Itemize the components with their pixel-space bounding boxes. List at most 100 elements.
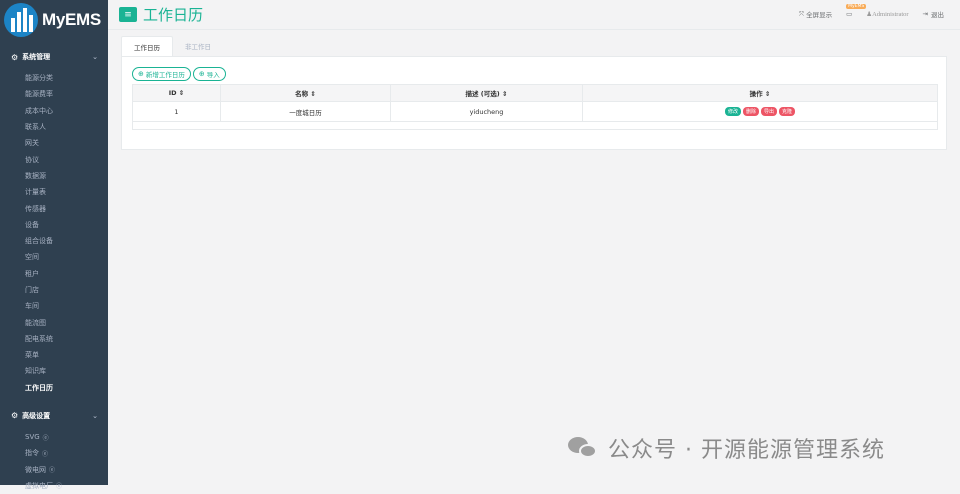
column-header-name[interactable]: 名称 ⇕ xyxy=(220,84,391,102)
sidebar-item-label: 微电网 xyxy=(25,465,46,474)
sidebar-item[interactable]: 指令 ⓔ xyxy=(0,445,108,461)
sidebar-item[interactable]: 组合设备 xyxy=(0,233,108,249)
sidebar-item-label: 传感器 xyxy=(25,204,46,213)
sidebar-item-label: 车间 xyxy=(25,302,39,311)
sidebar-item[interactable]: 协议 xyxy=(0,151,108,167)
sidebar-item[interactable]: 数据源 xyxy=(0,168,108,184)
sidebar-item-label: 组合设备 xyxy=(25,237,53,246)
notification-badge: MyEMS xyxy=(846,4,867,9)
sidebar-item[interactable]: 计量表 xyxy=(0,184,108,200)
clone-button[interactable]: 克隆 xyxy=(779,107,796,116)
user-label: Administrator xyxy=(872,10,909,18)
sidebar-item[interactable]: 成本中心 xyxy=(0,103,108,119)
sidebar-item-label: 能源费率 xyxy=(25,90,53,99)
wechat-icon xyxy=(568,435,600,461)
sidebar-item-label: 知识库 xyxy=(25,367,46,376)
user-menu[interactable]: ♟ Administrator xyxy=(866,10,909,19)
import-button[interactable]: ⊕ 导入 xyxy=(192,67,226,81)
notification-button[interactable]: MyEMS ▭ xyxy=(846,4,867,18)
fullscreen-button[interactable]: ⤧ 全屏显示 xyxy=(798,9,833,20)
tab-bar: 工作日历 非工作日 xyxy=(121,36,223,56)
sidebar-section-system[interactable]: ⚙ 系统管理 ⌄ xyxy=(0,44,108,70)
sidebar: MyEMS ⚙ 系统管理 ⌄ 能源分类能源费率成本中心联系人网关协议数据源计量表… xyxy=(0,0,108,490)
sidebar-item[interactable]: 配电系统 xyxy=(0,331,108,347)
gears-icon: ⚙ xyxy=(11,52,19,62)
column-header-actions[interactable]: 操作 ⇕ xyxy=(582,84,938,102)
sidebar-item[interactable]: 虚拟电厂 ⓔ xyxy=(0,478,108,494)
chevron-down-icon: ⌄ xyxy=(92,411,98,420)
sidebar-item-label: 菜单 xyxy=(25,351,39,360)
page-title: 工作日历 xyxy=(143,6,204,24)
menu-toggle-button[interactable]: ≡ xyxy=(119,7,137,22)
sidebar-item[interactable]: 工作日历 xyxy=(0,380,108,396)
sidebar-item[interactable]: 设备 xyxy=(0,217,108,233)
sidebar-item[interactable]: 网关 xyxy=(0,135,108,151)
sidebar-item-label: 数据源 xyxy=(25,171,46,180)
watermark: 公众号 · 开源能源管理系统 xyxy=(568,432,885,464)
sign-out-icon: ⇥ xyxy=(922,10,928,18)
fullscreen-label: 全屏显示 xyxy=(806,11,833,19)
sidebar-item-label: 能流图 xyxy=(25,318,46,327)
sidebar-item-label: 配电系统 xyxy=(25,334,53,343)
external-link-icon: ⓔ xyxy=(42,434,49,442)
sidebar-item-label: 空间 xyxy=(25,253,39,262)
chevron-down-icon: ⌄ xyxy=(92,53,98,61)
content-panel: ⊕ 新增工作日历 ⊕ 导入 ID ⇕ 名称 ⇕ 描述 (可选) ⇕ 操作 ⇕ 1… xyxy=(121,56,947,150)
sidebar-item[interactable]: 微电网 ⓔ xyxy=(0,462,108,478)
sidebar-item[interactable]: 能源分类 xyxy=(0,70,108,86)
sidebar-item-label: 协议 xyxy=(25,155,39,164)
sidebar-item[interactable]: SVG ⓔ xyxy=(0,429,108,445)
sidebar-item-label: 计量表 xyxy=(25,188,46,197)
add-calendar-button[interactable]: ⊕ 新增工作日历 xyxy=(132,67,191,81)
sidebar-item[interactable]: 门店 xyxy=(0,282,108,298)
sidebar-item-label: SVG xyxy=(25,433,40,442)
logout-label: 退出 xyxy=(931,11,944,19)
external-link-icon: ⓔ xyxy=(42,450,49,458)
external-link-icon: ⓔ xyxy=(56,483,63,491)
sidebar-section-label: 系统管理 xyxy=(22,53,51,61)
sidebar-item[interactable]: 知识库 xyxy=(0,363,108,379)
column-header-description[interactable]: 描述 (可选) ⇕ xyxy=(390,84,583,102)
sidebar-item-label: 租户 xyxy=(25,269,39,278)
cell-name: 一度城日历 xyxy=(220,101,391,122)
delete-button[interactable]: 删除 xyxy=(742,107,759,116)
external-link-icon: ⓔ xyxy=(49,467,56,475)
sidebar-item[interactable]: 联系人 xyxy=(0,119,108,135)
logout-button[interactable]: ⇥ 退出 xyxy=(923,9,944,19)
logo[interactable]: MyEMS xyxy=(0,0,108,40)
watermark-text: 公众号 · 开源能源管理系统 xyxy=(608,438,885,463)
edit-button[interactable]: 修改 xyxy=(724,107,741,116)
sidebar-item-label: 能源分类 xyxy=(25,74,53,83)
tab-work-calendar[interactable]: 工作日历 xyxy=(121,36,173,56)
add-calendar-label: 新增工作日历 xyxy=(145,71,185,79)
sidebar-item[interactable]: 空间 xyxy=(0,249,108,265)
sidebar-item-label: 门店 xyxy=(25,286,39,294)
sidebar-item[interactable]: 菜单 xyxy=(0,347,108,363)
logo-text: MyEMS xyxy=(42,10,101,29)
expand-icon: ⤧ xyxy=(798,9,805,18)
cell-description: yiducheng xyxy=(390,101,583,122)
hamburger-icon: ≡ xyxy=(124,9,132,20)
table-footer-row xyxy=(132,121,938,130)
sidebar-item[interactable]: 车间 xyxy=(0,298,108,314)
export-button[interactable]: 导出 xyxy=(761,107,778,116)
sidebar-item[interactable]: 传感器 xyxy=(0,200,108,216)
cell-actions: 修改 删除 导出 克隆 xyxy=(582,101,938,122)
gears-icon: ⚙ xyxy=(11,411,19,421)
sidebar-section-advanced[interactable]: ⚙ 高级设置 ⌄ xyxy=(0,403,108,429)
sidebar-item[interactable]: 能源费率 xyxy=(0,86,108,102)
sidebar-item-label: 联系人 xyxy=(25,123,46,132)
sidebar-item-label: 虚拟电厂 xyxy=(25,481,53,490)
tab-non-working-days[interactable]: 非工作日 xyxy=(173,36,223,56)
sidebar-item[interactable]: 租户 xyxy=(0,266,108,282)
plus-circle-icon: ⊕ xyxy=(138,70,144,78)
sidebar-item-label: 网关 xyxy=(25,139,39,148)
cell-id: 1 xyxy=(132,101,221,122)
column-header-id[interactable]: ID ⇕ xyxy=(132,84,221,102)
plus-circle-icon: ⊕ xyxy=(198,70,205,78)
sidebar-item-label: 设备 xyxy=(25,220,39,229)
table-row: 1 一度城日历 yiducheng 修改 删除 导出 克隆 xyxy=(132,101,938,122)
logo-icon xyxy=(4,3,38,37)
sidebar-item[interactable]: 能流图 xyxy=(0,314,108,330)
sidebar-item-label: 成本中心 xyxy=(25,106,53,115)
